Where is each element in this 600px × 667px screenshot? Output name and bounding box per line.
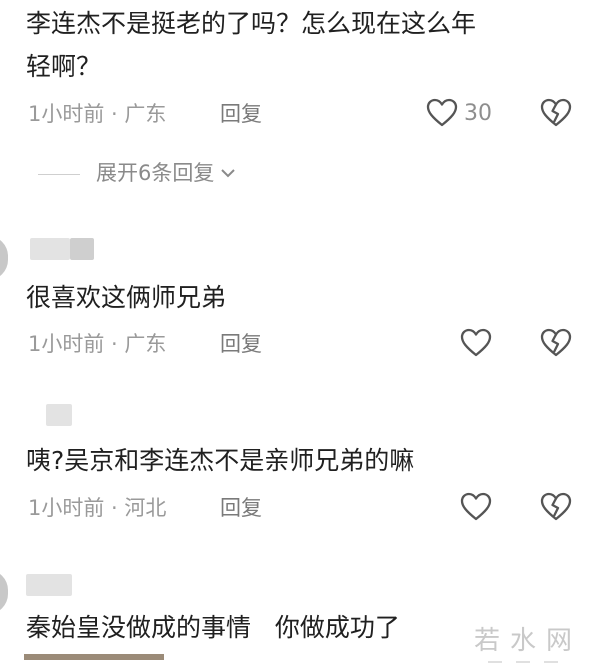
reply-button[interactable]: 回复: [220, 494, 262, 522]
broken-heart-icon: [540, 328, 572, 357]
avatar[interactable]: [0, 570, 8, 614]
expand-replies-button[interactable]: 展开6条回复: [96, 159, 236, 187]
comment-meta: 1小时前 · 河北: [28, 496, 167, 520]
comment-meta: 1小时前 · 广东: [28, 102, 167, 126]
like-button[interactable]: [460, 328, 492, 358]
comment-text-line-1: 李连杰不是挺老的了吗？怎么现在这么年: [26, 9, 477, 38]
chevron-down-icon: [221, 169, 236, 178]
reply-button[interactable]: 回复: [220, 330, 262, 358]
username[interactable]: [30, 238, 70, 260]
expand-replies-label: 展开6条回复: [96, 161, 215, 185]
username-part: [70, 238, 94, 260]
reply-button[interactable]: 回复: [220, 100, 262, 128]
like-count: 30: [464, 101, 492, 126]
username[interactable]: [46, 404, 72, 426]
broken-heart-icon: [540, 492, 572, 521]
expand-divider: [38, 174, 80, 175]
comment-text: 咦?吴京和李连杰不是亲师兄弟的嘛: [26, 446, 415, 475]
watermark-dots: [488, 648, 578, 663]
dislike-button[interactable]: [540, 492, 572, 522]
username[interactable]: [26, 574, 72, 596]
avatar[interactable]: [0, 236, 8, 280]
broken-heart-icon: [540, 98, 572, 127]
comment-text: 很喜欢这俩师兄弟: [26, 283, 227, 312]
comment-text-line-2: 轻啊？: [26, 52, 102, 81]
like-button[interactable]: [426, 98, 458, 128]
heart-outline-icon: [460, 328, 492, 357]
watermark-text: 若水网: [474, 626, 583, 656]
comment-text: 秦始皇没做成的事情 你做成功了: [26, 613, 400, 642]
image-preview[interactable]: [24, 654, 164, 660]
heart-outline-icon: [460, 492, 492, 521]
like-button[interactable]: [460, 492, 492, 522]
dislike-button[interactable]: [540, 328, 572, 358]
dislike-button[interactable]: [540, 98, 572, 128]
comment-meta: 1小时前 · 广东: [28, 332, 167, 356]
heart-outline-icon: [426, 98, 458, 127]
